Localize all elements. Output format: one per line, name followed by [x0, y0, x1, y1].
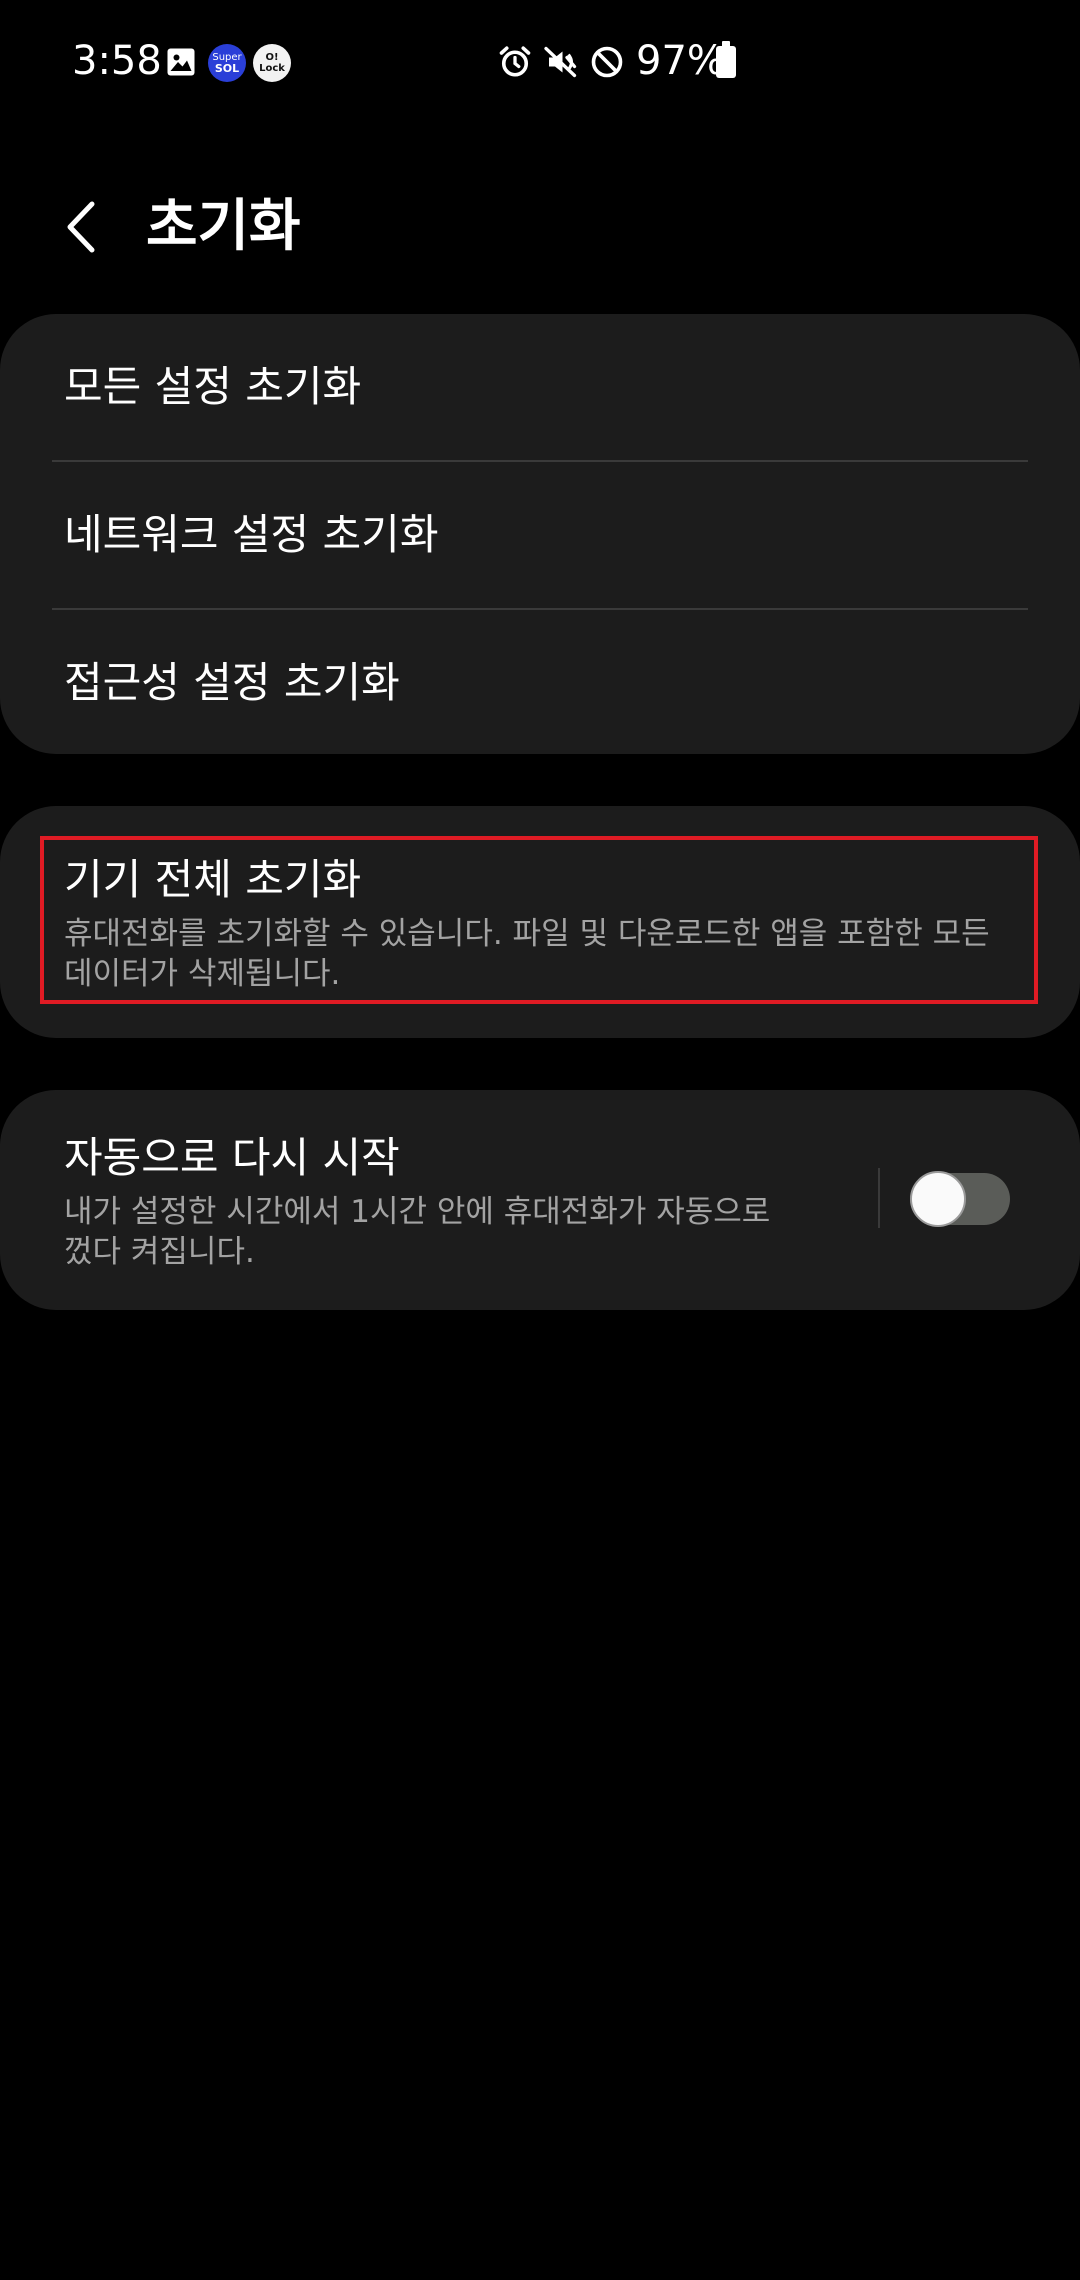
- reset-network-settings-item[interactable]: 네트워크 설정 초기화: [0, 462, 1080, 608]
- do-not-disturb-icon: [591, 46, 623, 78]
- reset-accessibility-settings-item[interactable]: 접근성 설정 초기화: [0, 610, 1080, 756]
- item-label: 접근성 설정 초기화: [64, 658, 400, 707]
- mute-icon: [544, 46, 577, 78]
- app-bar: 초기화: [0, 170, 1080, 290]
- auto-restart-title: 자동으로 다시 시작: [64, 1133, 400, 1182]
- item-label: 모든 설정 초기화: [64, 362, 362, 411]
- auto-restart-description: 내가 설정한 시간에서 1시간 안에 휴대전화가 자동으로 껐다 켜집니다.: [64, 1194, 771, 1270]
- auto-restart-item[interactable]: 자동으로 다시 시작 내가 설정한 시간에서 1시간 안에 휴대전화가 자동으로…: [0, 1090, 870, 1310]
- battery-icon: [716, 41, 736, 78]
- factory-reset-item[interactable]: 기기 전체 초기화 휴대전화를 초기화할 수 있습니다. 파일 및 다운로드한 …: [40, 836, 1038, 1004]
- screen: 3:58 Super SOL O! Lock 97% 초기화 모든 설정 초기화…: [0, 0, 1080, 2280]
- item-label: 네트워크 설정 초기화: [64, 510, 439, 559]
- reset-options-card: 모든 설정 초기화 네트워크 설정 초기화 접근성 설정 초기화: [0, 314, 1080, 754]
- alarm-icon: [499, 46, 531, 77]
- image-icon: [167, 48, 195, 76]
- auto-restart-toggle[interactable]: [910, 1171, 1010, 1227]
- status-bar: 3:58 Super SOL O! Lock 97%: [0, 0, 1080, 120]
- back-button[interactable]: [50, 192, 120, 262]
- reset-all-settings-item[interactable]: 모든 설정 초기화: [0, 314, 1080, 460]
- factory-reset-description: 휴대전화를 초기화할 수 있습니다. 파일 및 다운로드한 앱을 포함한 모든 …: [64, 916, 990, 992]
- toggle-knob: [910, 1171, 966, 1227]
- o-lock-icon: O! Lock: [253, 44, 291, 82]
- status-time: 3:58: [72, 38, 162, 84]
- factory-reset-card: 기기 전체 초기화 휴대전화를 초기화할 수 있습니다. 파일 및 다운로드한 …: [0, 806, 1080, 1038]
- battery-percent: 97%: [636, 38, 725, 84]
- chevron-left-icon: [67, 201, 95, 253]
- vertical-divider: [878, 1168, 880, 1228]
- auto-restart-card: 자동으로 다시 시작 내가 설정한 시간에서 1시간 안에 휴대전화가 자동으로…: [0, 1090, 1080, 1310]
- factory-reset-title: 기기 전체 초기화: [64, 855, 362, 904]
- page-title: 초기화: [146, 194, 301, 259]
- super-sol-icon: Super SOL: [208, 44, 246, 82]
